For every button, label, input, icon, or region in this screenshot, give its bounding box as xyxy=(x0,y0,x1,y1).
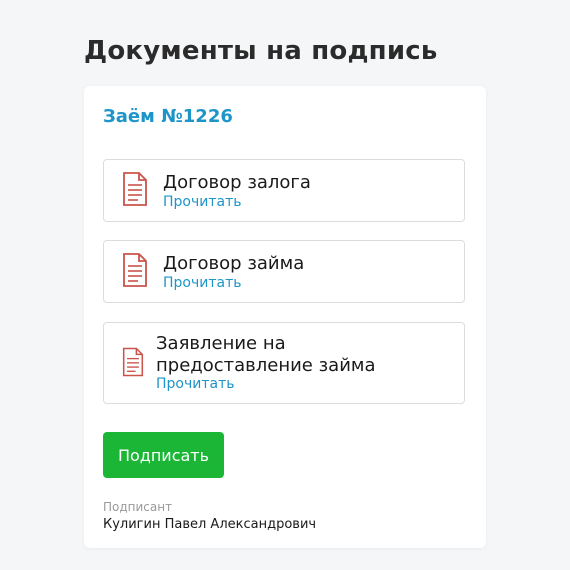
document-icon xyxy=(122,253,148,291)
document-title-line: Договор займа xyxy=(163,253,305,274)
document-item-pledge-agreement[interactable]: Договор залога Прочитать xyxy=(103,159,465,222)
document-item-loan-application[interactable]: Заявление на предоставление займа Прочит… xyxy=(103,322,465,404)
document-title-line: Заявление на xyxy=(156,333,286,354)
read-link[interactable]: Прочитать xyxy=(156,376,235,392)
document-title: Договор залога xyxy=(163,172,311,194)
documents-card: Заём №1226 Договор залога Прочитать Дого… xyxy=(84,86,486,548)
document-item-loan-agreement[interactable]: Договор займа Прочитать xyxy=(103,240,465,303)
document-icon xyxy=(122,172,148,210)
signer-name: Кулигин Павел Александрович xyxy=(103,517,317,532)
read-link[interactable]: Прочитать xyxy=(163,275,242,291)
page-title: Документы на подпись xyxy=(84,36,438,66)
loan-title: Заём №1226 xyxy=(103,106,233,127)
read-link[interactable]: Прочитать xyxy=(163,194,242,210)
sign-button[interactable]: Подписать xyxy=(103,432,224,478)
document-title: Договор займа xyxy=(163,253,304,275)
document-title: Заявление на предоставление займа xyxy=(156,333,376,377)
document-title-line: Договор залога xyxy=(163,172,311,193)
document-icon xyxy=(122,347,144,381)
document-title-line: предоставление займа xyxy=(156,355,376,376)
signer-label: Подписант xyxy=(103,500,173,514)
